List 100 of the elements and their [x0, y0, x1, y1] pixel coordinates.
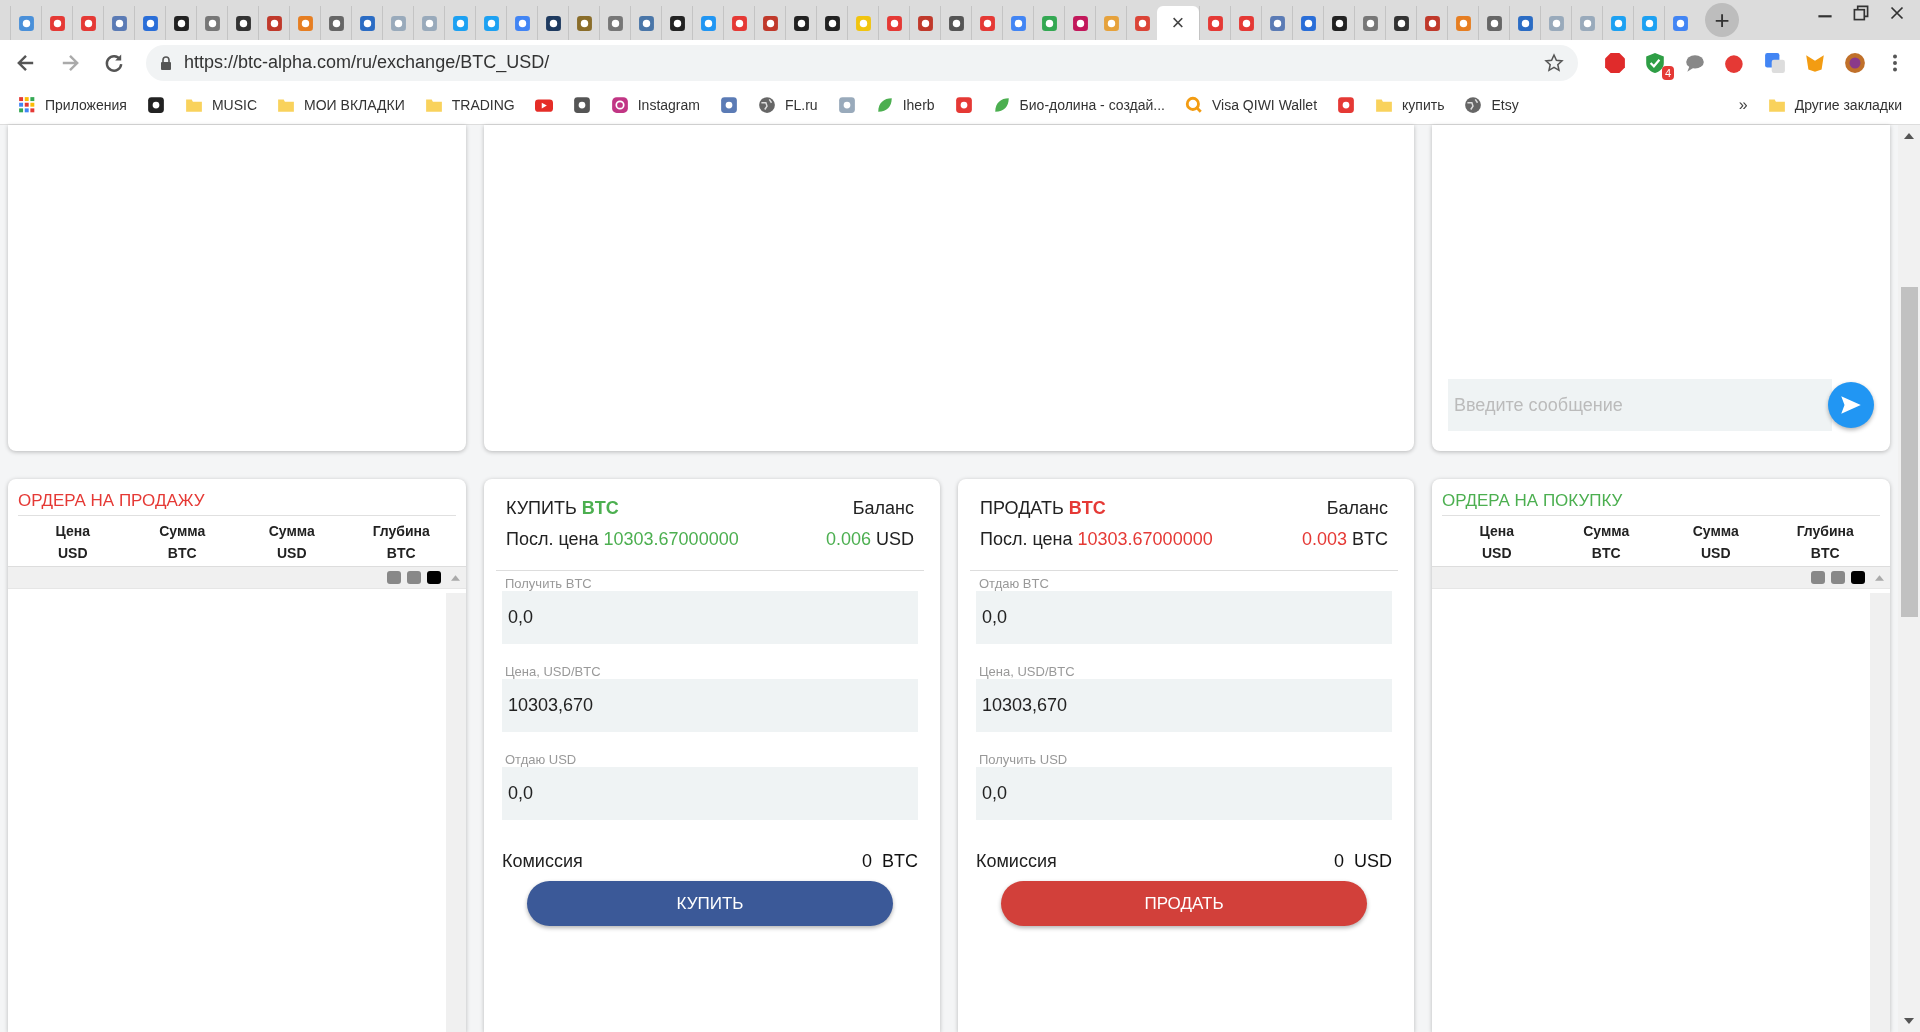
site-icon [141, 14, 159, 32]
amount-field[interactable]: 0,0 [976, 591, 1392, 644]
column-unit: USD [276, 544, 307, 563]
bookmark-item[interactable]: FL.ru [758, 95, 818, 114]
site-icon [1206, 14, 1224, 32]
scroll-up-icon[interactable] [1904, 133, 1914, 139]
bookmark-item[interactable]: TRADING [424, 95, 515, 114]
bookmark-item[interactable]: МОИ ВКЛАДКИ [277, 95, 405, 114]
submit-button[interactable]: КУПИТЬ [527, 881, 893, 926]
shield-icon[interactable] [1644, 51, 1666, 74]
column-unit: USD [57, 544, 88, 563]
amount-field[interactable]: 0,0 [502, 767, 918, 820]
site-icon [1454, 14, 1472, 32]
camera-icon [610, 95, 629, 114]
site-icon [1337, 95, 1356, 114]
amount-field[interactable]: 0,0 [502, 591, 918, 644]
avatar-icon[interactable] [1844, 51, 1866, 74]
view-toggle-icon[interactable] [1811, 571, 1825, 584]
bookmark-item[interactable]: MUSIC [184, 95, 258, 114]
site-icon [1485, 14, 1503, 32]
globe-icon [1464, 95, 1483, 114]
commission-value: 0 USD [1333, 850, 1392, 873]
amount-field[interactable]: 0,0 [976, 767, 1392, 820]
bookmark-item[interactable]: Приложения [18, 95, 127, 114]
site-icon [1609, 14, 1627, 32]
site-icon [854, 14, 872, 32]
scrollbar[interactable] [446, 593, 466, 1032]
commission-label: Комиссия [976, 850, 1057, 873]
site-icon [358, 14, 376, 32]
balance-label: Баланс [1326, 497, 1388, 520]
panel-title: КУПИТЬ BTC [506, 497, 619, 520]
panel-title: ОРДЕРА НА ПРОДАЖУ [18, 491, 456, 516]
site-icon [1071, 14, 1089, 32]
site-icon [1133, 14, 1151, 32]
address-field[interactable]: https://btc-alpha.com/ru/exchange/BTC_USD/ [146, 44, 1578, 81]
star-icon[interactable] [1544, 52, 1564, 73]
view-toggle-icon[interactable] [407, 571, 421, 584]
last-price: Посл. цена 10303.67000000 [506, 528, 739, 551]
scroll-down-icon[interactable] [1904, 1018, 1914, 1024]
column-unit: BTC [386, 544, 416, 563]
site-icon [885, 14, 903, 32]
column-unit: BTC [167, 544, 197, 563]
site-icon [1547, 14, 1565, 32]
new-tab-button[interactable]: + [1705, 3, 1739, 37]
stop-sign-icon[interactable] [1604, 51, 1626, 74]
scrollbar[interactable] [1898, 125, 1920, 1032]
site-icon [482, 14, 500, 32]
submit-button[interactable]: ПРОДАТЬ [1001, 881, 1367, 926]
column-unit: BTC [1591, 544, 1621, 563]
site-icon [420, 14, 438, 32]
site-icon [1640, 14, 1658, 32]
site-icon [730, 14, 748, 32]
view-toggle-icon[interactable] [387, 571, 401, 584]
bookmark-item[interactable]: Visa QIWI Wallet [1185, 95, 1318, 114]
amount-field[interactable]: 10303,670 [976, 679, 1392, 732]
bookmark-item[interactable]: Etsy [1464, 95, 1519, 114]
site-icon [792, 14, 810, 32]
column-header: Глубина [1796, 522, 1854, 541]
bookmark-item[interactable]: Другие закладки [1767, 95, 1902, 114]
bookmark-item[interactable]: Instagram [610, 95, 700, 114]
bookmark-item[interactable]: Био-долина - создай... [992, 95, 1165, 114]
view-toggle-icon[interactable] [1851, 571, 1865, 584]
site-icon [916, 14, 934, 32]
balance-value: 0.006 USD [825, 528, 914, 551]
bookmark-item[interactable]: купить [1375, 95, 1445, 114]
site-icon [699, 14, 717, 32]
browser-tab[interactable]: × [1157, 6, 1199, 40]
field-label: Цена, USD/BTC [504, 664, 602, 679]
message-field[interactable]: Введите сообщение [1448, 379, 1832, 431]
site-icon [1392, 14, 1410, 32]
site-icon [451, 14, 469, 32]
site-icon [513, 14, 531, 32]
site-icon [1330, 14, 1348, 32]
site-icon [575, 14, 593, 32]
view-toggle-icon[interactable] [1831, 571, 1845, 584]
more-bookmarks-button[interactable]: » [1738, 95, 1748, 114]
column-header: Глубина [372, 522, 430, 541]
view-toggle-icon[interactable] [427, 571, 441, 584]
column-unit: USD [1481, 544, 1512, 563]
site-icon [265, 14, 283, 32]
site-icon [146, 95, 165, 114]
amount-field[interactable]: 10303,670 [502, 679, 918, 732]
bookmark-item[interactable]: Iherb [875, 95, 935, 114]
field-label: Получить BTC [504, 576, 593, 591]
column-header: Цена [1479, 522, 1514, 541]
last-price: Посл. цена 10303.67000000 [980, 528, 1213, 551]
site-icon [296, 14, 314, 32]
bookmark-item[interactable] [572, 95, 591, 114]
scrollbar[interactable] [1870, 593, 1890, 1032]
bookmark-item[interactable] [146, 95, 165, 114]
panel-title: ОРДЕРА НА ПОКУПКУ [1442, 491, 1880, 516]
site-icon [1578, 14, 1596, 32]
site-icon [172, 14, 190, 32]
site-icon [837, 95, 856, 114]
site-icon [544, 14, 562, 32]
translate-icon[interactable] [1764, 51, 1786, 74]
balance-label: Баланс [852, 497, 914, 520]
site-icon [48, 14, 66, 32]
close-icon[interactable]: × [1171, 12, 1185, 34]
site-icon [978, 14, 996, 32]
